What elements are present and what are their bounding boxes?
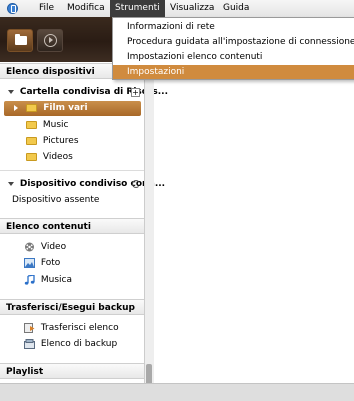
play-view-button[interactable] xyxy=(37,29,63,52)
backup-list-icon xyxy=(24,338,35,349)
menu-file[interactable]: File xyxy=(34,0,59,17)
menu-item-connection-wizard[interactable]: Procedura guidata all'impostazione di co… xyxy=(113,35,354,49)
status-strip xyxy=(0,383,354,401)
expand-arrow-icon[interactable] xyxy=(8,181,14,186)
folder-icon xyxy=(15,34,27,45)
menu-bar: File Modifica Strumenti Visualizza Guida xyxy=(0,0,354,18)
transfer-list-item[interactable]: Trasferisci elenco xyxy=(24,321,119,336)
photo-icon xyxy=(24,257,35,268)
folder-label: Videos xyxy=(42,152,73,162)
menu-modifica[interactable]: Modifica xyxy=(62,0,110,17)
content-label: Video xyxy=(40,242,67,252)
menu-guida[interactable]: Guida xyxy=(218,0,254,17)
shared-device-node[interactable]: Dispositivo condiviso conn... xyxy=(8,177,165,192)
sidebar-scrollbar[interactable] xyxy=(144,62,154,400)
folder-icon xyxy=(26,152,37,161)
folder-item-pictures[interactable]: Pictures xyxy=(26,134,79,149)
transfer-list-icon xyxy=(24,322,35,333)
folder-icon xyxy=(26,120,37,129)
refresh-icon[interactable] xyxy=(132,180,140,188)
content-label: Musica xyxy=(40,275,72,285)
transfer-section-header[interactable]: Trasferisci/Esegui backup xyxy=(0,299,144,315)
folder-label: Pictures xyxy=(42,136,79,146)
play-circle-icon xyxy=(44,34,57,47)
app-logo-icon[interactable] xyxy=(7,3,18,14)
content-item-foto[interactable]: Foto xyxy=(24,256,60,271)
menu-item-settings[interactable]: Impostazioni xyxy=(113,65,354,79)
menu-item-network-info[interactable]: Informazioni di rete xyxy=(113,20,354,34)
divider xyxy=(0,170,144,171)
folder-view-button[interactable] xyxy=(7,29,33,52)
content-item-video[interactable]: Video xyxy=(24,240,66,255)
content-section-header[interactable]: Elenco contenuti xyxy=(0,218,144,234)
backup-label: Elenco di backup xyxy=(40,339,118,349)
film-reel-icon xyxy=(24,242,35,252)
strumenti-dropdown-menu: Informazioni di rete Procedura guidata a… xyxy=(112,17,354,80)
folder-item-film-vari[interactable]: Film vari xyxy=(4,101,141,116)
backup-list-item[interactable]: Elenco di backup xyxy=(24,337,117,352)
folder-item-music[interactable]: Music xyxy=(26,118,68,133)
menu-item-content-list-settings[interactable]: Impostazioni elenco contenuti xyxy=(113,50,354,64)
menu-strumenti[interactable]: Strumenti xyxy=(110,0,165,17)
device-status-text: Dispositivo assente xyxy=(12,195,100,205)
content-label: Foto xyxy=(40,258,61,268)
music-note-icon xyxy=(24,273,35,285)
folder-item-videos[interactable]: Videos xyxy=(26,150,73,165)
content-item-musica[interactable]: Musica xyxy=(24,273,72,288)
expand-arrow-icon[interactable] xyxy=(8,89,14,94)
folder-label: Film vari xyxy=(43,103,88,113)
folder-label: Music xyxy=(42,120,69,130)
selected-arrow-icon xyxy=(14,104,18,111)
playlist-section-header[interactable]: Playlist xyxy=(0,363,144,379)
transfer-label: Trasferisci elenco xyxy=(40,323,119,333)
plus-icon[interactable]: + xyxy=(131,88,140,97)
menu-visualizza[interactable]: Visualizza xyxy=(165,0,219,17)
folder-icon xyxy=(26,103,38,112)
folder-icon xyxy=(26,136,37,145)
